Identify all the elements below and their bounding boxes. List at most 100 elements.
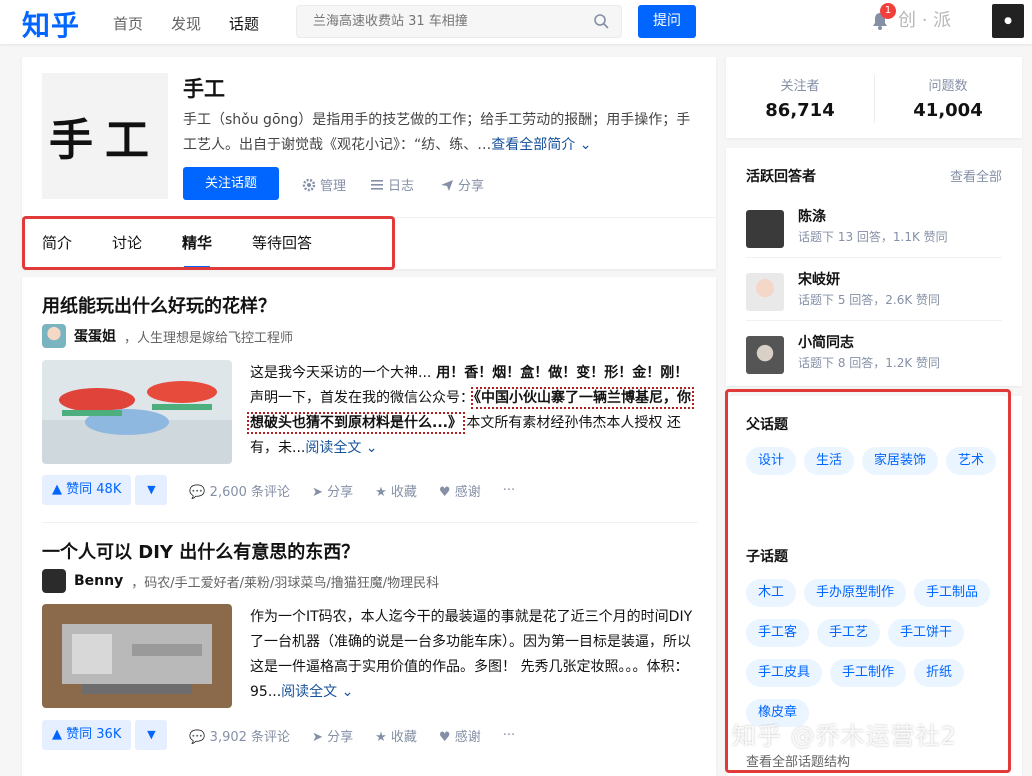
section-title: 活跃回答者 [746,169,816,185]
avatar[interactable] [746,210,784,248]
image-watermark: 知乎 @乔木运营社2 [732,722,957,750]
collect-button[interactable]: ★ 收藏 [375,481,417,500]
topic-tag[interactable]: 手工饼干 [888,619,965,647]
upvote-icon: ▲ [52,482,67,497]
topic-tag[interactable]: 手工艺 [817,619,881,647]
answerer-name[interactable]: 宋岐妍 [798,269,840,289]
tab-intro[interactable]: 简介 [22,218,92,269]
thanks-button[interactable]: ♥ 感谢 [439,726,481,745]
topic-tabs: 简介 讨论 精华 等待回答 [22,217,716,269]
upvote-button[interactable]: ▲ 赞同 48K [42,475,132,505]
topic-tag[interactable]: 木工 [746,579,797,607]
answerer-item[interactable]: 小简同志 话题下 8 回答，1.2K 赞同 [746,330,1002,384]
topic-tag[interactable]: 手工制品 [914,579,991,607]
nav-topics[interactable]: 话题 [229,13,259,34]
answerer-item[interactable]: 陈涤 话题下 13 回答，1.1K 赞同 [746,204,1002,258]
topic-tag[interactable]: 手工皮具 [746,659,823,687]
zhihu-logo[interactable]: 知乎 [22,4,80,44]
comment-icon: 💬 [189,484,210,500]
downvote-button[interactable]: ▼ [135,720,168,750]
answerer-item[interactable]: 宋岐妍 话题下 5 回答，2.6K 赞同 [746,267,1002,321]
tab-discussion[interactable]: 讨论 [92,218,162,269]
more-options-icon[interactable]: ··· [503,483,515,498]
search-icon[interactable] [593,13,609,29]
avatar[interactable] [42,324,66,348]
manage-button[interactable]: 管理 [302,175,346,194]
answer-excerpt[interactable]: 这是我今天采访的一个大神... 用！香！烟！盒！做！变！形！金！刚！ 声明一下，… [247,361,700,461]
collect-label: 收藏 [390,729,417,745]
star-icon: ★ [375,484,391,500]
view-full-intro-link[interactable]: 查看全部简介 [491,137,575,153]
share-label: 分享 [458,179,485,194]
search-input[interactable] [297,6,577,37]
comment-button[interactable]: 💬 3,902 条评论 [189,726,290,745]
author-name[interactable]: 蛋蛋姐 [74,326,116,346]
topic-tag[interactable]: 生活 [804,447,855,475]
answerer-name[interactable]: 小简同志 [798,332,854,352]
main-nav: 首页 发现 话题 [113,13,259,34]
nav-home[interactable]: 首页 [113,13,143,34]
parent-topics-title: 父话题 [746,417,788,433]
heart-icon: ♥ [438,729,455,745]
author-row: 蛋蛋姐 ，人生理想是嫁给飞控工程师 [42,324,293,348]
topic-tag[interactable]: 艺术 [946,447,997,475]
answer-excerpt[interactable]: 作为一个IT码农，本人迄今干的最装逼的事就是花了近三个月的时间DIY了一台机器（… [250,605,700,705]
questions-stat[interactable]: 问题数 41,004 [874,75,1022,121]
upvote-button[interactable]: ▲ 赞同 36K [42,720,132,750]
tab-featured[interactable]: 精华 [162,218,232,269]
topic-tag[interactable]: 设计 [746,447,797,475]
answerer-info: 话题下 8 回答，1.2K 赞同 [798,356,941,370]
avatar[interactable] [746,273,784,311]
ask-question-button[interactable]: 提问 [638,5,696,38]
log-button[interactable]: 日志 [370,175,414,194]
collect-label: 收藏 [390,484,417,500]
share-topic-button[interactable]: 分享 [440,175,484,194]
see-all-link[interactable]: 查看全部 [950,166,1002,185]
topic-tag[interactable]: 家居装饰 [862,447,939,475]
feed-divider [42,522,698,523]
topic-image: 手工 [42,73,168,199]
topic-tag[interactable]: 手工客 [746,619,810,647]
thanks-button[interactable]: ♥ 感谢 [439,481,481,500]
topic-tag[interactable]: 折纸 [914,659,965,687]
answer-thumbnail[interactable] [42,604,232,708]
questions-count: 41,004 [913,100,983,121]
follow-topic-button[interactable]: 关注话题 [183,167,279,200]
read-full-link[interactable]: 阅读全文 [305,440,361,456]
share-button[interactable]: ➤ 分享 [312,481,353,500]
questions-label: 问题数 [928,79,968,94]
topic-tag[interactable]: 手办原型制作 [804,579,907,607]
question-title[interactable]: 用纸能玩出什么好玩的花样？ [42,292,276,318]
tab-pending[interactable]: 等待回答 [232,218,332,269]
question-title[interactable]: 一个人可以 DIY 出什么有意思的东西？ [42,538,359,564]
top-watermark: 创 · 派 [898,10,952,31]
topic-tag[interactable]: 手工制作 [830,659,907,687]
read-full-link[interactable]: 阅读全文 [281,684,337,700]
author-bio: ，码农/手工爱好者/莱粉/羽球菜鸟/撸猫狂魔/物理民科 [131,575,440,591]
share-button[interactable]: ➤ 分享 [312,726,353,745]
share-label: 分享 [327,484,354,500]
user-avatar[interactable]: ● [992,4,1024,38]
author-bio: ，人生理想是嫁给飞控工程师 [124,330,294,346]
vote-group: ▲ 赞同 36K ▼ [42,720,168,750]
comment-button[interactable]: 💬 2,600 条评论 [189,481,290,500]
chevron-down-icon[interactable]: ⌄ [361,440,378,456]
downvote-button[interactable]: ▼ [135,475,168,505]
comment-icon: 💬 [189,729,210,745]
more-options-icon[interactable]: ··· [503,728,515,743]
collect-button[interactable]: ★ 收藏 [375,726,417,745]
author-name[interactable]: Benny [74,573,123,589]
gear-icon [302,178,316,191]
nav-discover[interactable]: 发现 [171,13,201,34]
topic-structure-link[interactable]: 查看全部话题结构 [746,751,850,770]
answerer-name[interactable]: 陈涤 [798,206,826,226]
followers-stat[interactable]: 关注者 86,714 [726,75,874,121]
featured-feed: 用纸能玩出什么好玩的花样？ 蛋蛋姐 ，人生理想是嫁给飞控工程师 这是我今天采访的… [22,277,716,776]
avatar[interactable] [746,336,784,374]
answer-thumbnail[interactable] [42,360,232,464]
chevron-down-icon[interactable]: ⌄ [575,137,592,153]
vote-group: ▲ 赞同 48K ▼ [42,475,168,505]
chevron-down-icon[interactable]: ⌄ [337,684,354,700]
avatar[interactable] [42,569,66,593]
star-icon: ★ [375,729,391,745]
